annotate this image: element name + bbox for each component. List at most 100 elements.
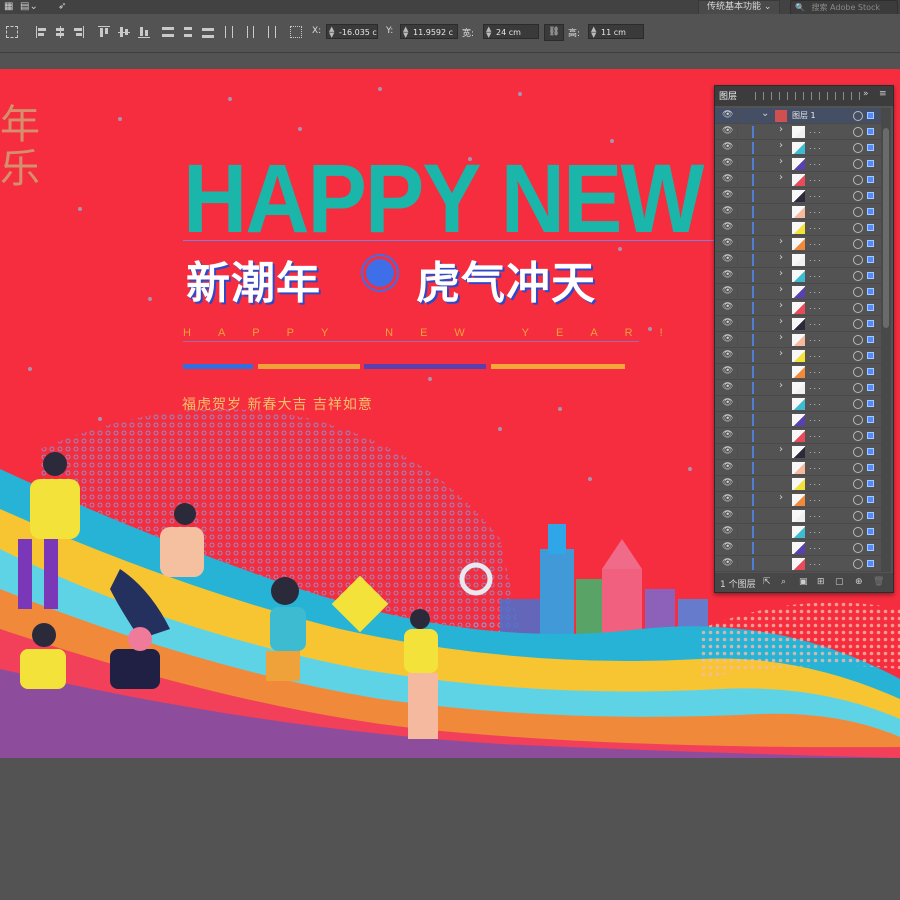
expand-arrow-icon[interactable]: › (779, 284, 783, 295)
spinner-icon[interactable]: ▲ ▼ (329, 26, 334, 39)
lock-toggle[interactable] (737, 526, 738, 538)
layer-row[interactable]: 👁 ›... (715, 268, 881, 284)
expand-arrow-icon[interactable]: › (779, 380, 783, 391)
layer-row[interactable]: 👁... (715, 476, 881, 492)
target-circle-icon[interactable] (853, 159, 863, 169)
layer-row[interactable]: 👁... (715, 524, 881, 540)
layout-grid-icon[interactable]: ▦ (4, 1, 13, 12)
new-layer-plus-icon[interactable]: ⊕ (855, 577, 863, 587)
align-center-icon[interactable] (54, 26, 66, 38)
target-circle-icon[interactable] (853, 511, 863, 521)
lock-toggle[interactable] (737, 110, 738, 122)
visibility-eye-icon[interactable]: 👁 (722, 382, 733, 392)
lock-toggle[interactable] (737, 510, 738, 522)
target-circle-icon[interactable] (853, 399, 863, 409)
height-field[interactable]: ▲ ▼ 11 cm (588, 24, 644, 39)
layer-row[interactable]: 👁... (715, 556, 881, 572)
selection-indicator[interactable] (867, 480, 874, 487)
selection-indicator[interactable] (867, 400, 874, 407)
align-top-icon[interactable] (98, 26, 110, 38)
selection-indicator[interactable] (867, 288, 874, 295)
layer-row[interactable]: 👁 ›... (715, 316, 881, 332)
lock-toggle[interactable] (737, 222, 738, 234)
target-circle-icon[interactable] (853, 175, 863, 185)
layer-row[interactable]: 👁... (715, 508, 881, 524)
selection-indicator[interactable] (867, 144, 874, 151)
lock-toggle[interactable] (737, 302, 738, 314)
target-circle-icon[interactable] (853, 303, 863, 313)
make-clipping-mask-icon[interactable]: ▣ (799, 577, 808, 587)
layer-row[interactable]: 👁 ›... (715, 444, 881, 460)
workspace-switcher[interactable]: 传统基本功能 ⌄ (698, 0, 781, 15)
selection-indicator[interactable] (867, 240, 874, 247)
lock-toggle[interactable] (737, 286, 738, 298)
spinner-icon[interactable]: ▲ ▼ (591, 26, 596, 39)
selection-indicator[interactable] (867, 384, 874, 391)
adobe-stock-search[interactable]: 🔍 搜索 Adobe Stock (790, 0, 898, 15)
layer-row[interactable]: 👁 ›... (715, 332, 881, 348)
visibility-eye-icon[interactable]: 👁 (722, 558, 733, 568)
selection-indicator[interactable] (867, 464, 874, 471)
visibility-eye-icon[interactable]: 👁 (722, 286, 733, 296)
selection-indicator[interactable] (867, 176, 874, 183)
target-circle-icon[interactable] (853, 127, 863, 137)
distribute-top-icon[interactable] (162, 26, 174, 38)
x-field[interactable]: ▲ ▼ -16.035 c (326, 24, 378, 39)
scroll-thumb[interactable] (883, 128, 889, 328)
selection-indicator[interactable] (867, 544, 874, 551)
selection-indicator[interactable] (867, 128, 874, 135)
selection-indicator[interactable] (867, 160, 874, 167)
selection-indicator[interactable] (867, 496, 874, 503)
layer-row[interactable]: 👁... (715, 220, 881, 236)
send-rocket-icon[interactable]: ➶ (58, 1, 66, 12)
selection-indicator[interactable] (867, 432, 874, 439)
target-circle-icon[interactable] (853, 191, 863, 201)
visibility-eye-icon[interactable]: 👁 (722, 542, 733, 552)
selection-indicator[interactable] (867, 304, 874, 311)
align-left-icon[interactable] (36, 26, 48, 38)
target-circle-icon[interactable] (853, 447, 863, 457)
target-circle-icon[interactable] (853, 287, 863, 297)
lock-toggle[interactable] (737, 382, 738, 394)
expand-arrow-icon[interactable]: › (779, 268, 783, 279)
lock-toggle[interactable] (737, 238, 738, 250)
trash-icon[interactable]: 🗑 (873, 577, 884, 587)
target-circle-icon[interactable] (853, 527, 863, 537)
selection-indicator[interactable] (867, 352, 874, 359)
visibility-eye-icon[interactable]: 👁 (722, 366, 733, 376)
selection-indicator[interactable] (867, 208, 874, 215)
lock-toggle[interactable] (737, 430, 738, 442)
layer-row[interactable]: 👁... (715, 412, 881, 428)
lock-toggle[interactable] (737, 478, 738, 490)
selection-indicator[interactable] (867, 256, 874, 263)
visibility-eye-icon[interactable]: 👁 (722, 334, 733, 344)
lock-toggle[interactable] (737, 126, 738, 138)
target-circle-icon[interactable] (853, 319, 863, 329)
visibility-eye-icon[interactable]: 👁 (722, 526, 733, 536)
layer-row[interactable]: 👁 ›... (715, 492, 881, 508)
visibility-eye-icon[interactable]: 👁 (722, 430, 733, 440)
target-circle-icon[interactable] (853, 431, 863, 441)
selection-indicator[interactable] (867, 416, 874, 423)
new-layer-icon[interactable]: ▢ (835, 577, 844, 587)
visibility-eye-icon[interactable]: 👁 (722, 270, 733, 280)
target-circle-icon[interactable] (853, 559, 863, 569)
lock-toggle[interactable] (737, 558, 738, 570)
selection-indicator[interactable] (867, 336, 874, 343)
lock-toggle[interactable] (737, 398, 738, 410)
lock-toggle[interactable] (737, 414, 738, 426)
lock-toggle[interactable] (737, 174, 738, 186)
selection-indicator[interactable] (867, 224, 874, 231)
layer-row[interactable]: 👁... (715, 428, 881, 444)
visibility-eye-icon[interactable]: 👁 (722, 478, 733, 488)
target-circle-icon[interactable] (853, 207, 863, 217)
visibility-eye-icon[interactable]: 👁 (722, 158, 733, 168)
lock-toggle[interactable] (737, 318, 738, 330)
selection-indicator[interactable] (867, 528, 874, 535)
lock-toggle[interactable] (737, 494, 738, 506)
visibility-eye-icon[interactable]: 👁 (722, 302, 733, 312)
layer-row[interactable]: 👁 ›... (715, 156, 881, 172)
visibility-eye-icon[interactable]: 👁 (722, 414, 733, 424)
arrange-documents-icon[interactable]: ▤⌄ (20, 1, 38, 12)
visibility-eye-icon[interactable]: 👁 (722, 110, 733, 120)
